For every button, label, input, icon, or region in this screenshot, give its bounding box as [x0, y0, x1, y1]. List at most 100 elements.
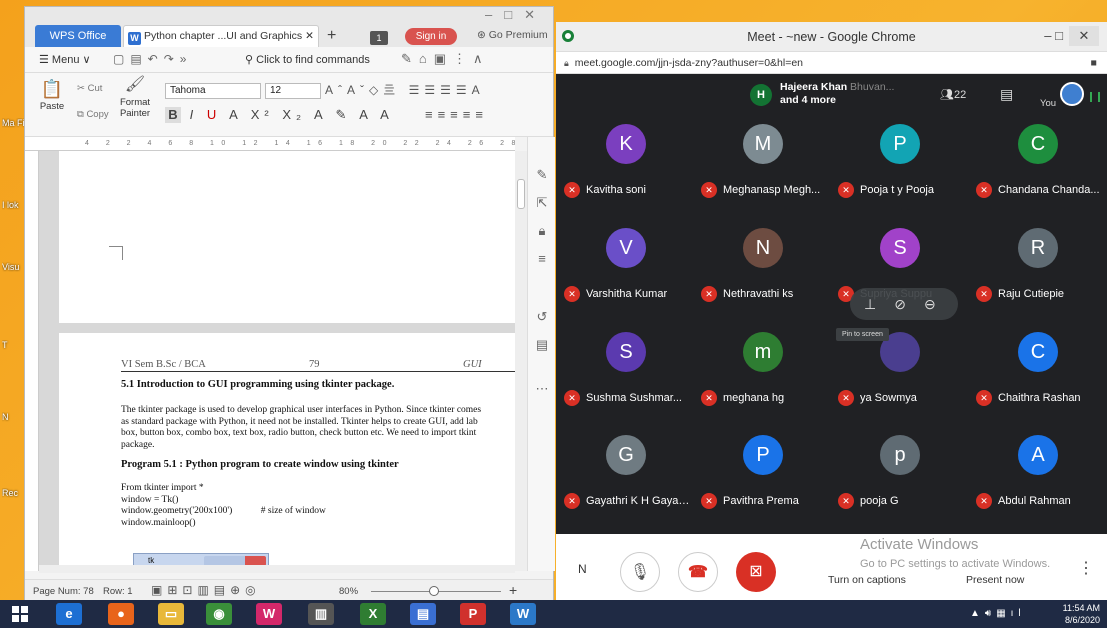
address-bar[interactable]: 🔒︎ meet.google.com/jjn-jsda-zny?authuser=… [556, 52, 1107, 74]
chat-icon[interactable]: ▤ [1000, 86, 1013, 103]
go-premium-button[interactable]: ⊛ Go Premium [477, 29, 548, 41]
participant-tile[interactable]: p ✕ pooja G [830, 427, 967, 532]
lock-icon[interactable]: 🔒︎ [534, 223, 550, 239]
captions-button[interactable]: Turn on captions [828, 574, 906, 586]
paste-button[interactable]: 📋 Paste [37, 79, 67, 112]
desktop-icon[interactable]: Rec [2, 488, 24, 498]
participant-avatar: S [880, 228, 920, 268]
participant-tile[interactable]: G ✕ Gayathri K H Gayat... [556, 427, 693, 532]
copy-button[interactable]: ⧉ Copy [77, 109, 109, 120]
end-call-button[interactable]: ☎︎ [678, 552, 718, 592]
close-tab-icon[interactable]: ✕ [302, 30, 314, 42]
camera-icon[interactable]: ■ [1091, 52, 1097, 74]
zoom-level[interactable]: 80% [339, 586, 358, 597]
participant-name: Chandana Chanda... [998, 184, 1100, 196]
participant-tile[interactable]: m ✕ meghana hg [693, 324, 830, 429]
document-icon[interactable]: ▤ [534, 337, 550, 353]
excel-icon[interactable]: X [360, 603, 386, 625]
participant-tile[interactable]: M ✕ Meghanasp Megh... [693, 116, 830, 221]
meeting-name[interactable]: N [578, 562, 587, 576]
format-painter-button[interactable]: 🖌 Format Painter [117, 77, 153, 120]
participant-tile[interactable]: N ✕ Nethravathi ks [693, 220, 830, 325]
participant-tile[interactable]: S ✕ Sushma Sushmar... [556, 324, 693, 429]
zoom-in-icon[interactable]: + [509, 582, 517, 598]
document-app-icon[interactable]: ▤ [410, 603, 436, 625]
find-commands[interactable]: ⚲ Click to find commands [245, 53, 370, 66]
chart-app-icon[interactable]: ▥ [308, 603, 334, 625]
participant-tile[interactable]: P ✕ Pavithra Prema [693, 427, 830, 532]
wps-window-controls[interactable]: –□✕ [485, 7, 547, 23]
document-tab[interactable]: W Python chapter ...UI and Graphics ✕ [123, 25, 319, 47]
bold-icon[interactable]: B [165, 107, 181, 123]
microphone-button[interactable]: 🎙︎ [620, 552, 660, 592]
participant-tile[interactable]: C ✕ Chaithra Rashan [968, 324, 1105, 429]
chrome-icon[interactable]: ◉ [206, 603, 232, 625]
start-button[interactable] [12, 606, 28, 622]
muted-mic-icon: ✕ [701, 493, 717, 509]
firefox-icon[interactable]: ● [108, 603, 134, 625]
camera-button[interactable]: ⊠ [736, 552, 776, 592]
desktop-icon[interactable]: N [2, 412, 24, 422]
pen-icon[interactable]: ✎ [534, 167, 550, 183]
more-icon[interactable]: ⋯ [534, 381, 550, 397]
self-avatar[interactable] [1060, 82, 1084, 106]
participant-tile[interactable]: K ✕ Kavitha soni [556, 116, 693, 221]
cursor-icon[interactable]: ⇱ [534, 195, 550, 211]
document-canvas[interactable]: VI Sem B.Sc / BCA 79 GUI 5.1 Introductio… [39, 151, 515, 571]
participant-name: ya Sowmya [860, 392, 917, 404]
desktop-icon[interactable]: T [2, 340, 24, 350]
font-size-select[interactable]: 12 [265, 83, 321, 99]
remove-icon[interactable]: ⊖ [924, 296, 954, 312]
participant-tile[interactable]: R ✕ Raju Cutiepie [968, 220, 1105, 325]
windows-logo-icon [21, 606, 28, 613]
horizontal-scrollbar[interactable] [39, 565, 515, 573]
participants-button[interactable]: 👥︎22 [940, 88, 966, 101]
history-icon[interactable]: ↺ [534, 309, 550, 325]
participant-tile[interactable]: A ✕ Abdul Rahman [968, 427, 1105, 532]
alignment-icons[interactable]: ≡≡≡≡≡ [425, 107, 488, 122]
font-select[interactable]: Tahoma [165, 83, 261, 99]
present-now-button[interactable]: Present now [966, 574, 1024, 586]
tab-overview-icon[interactable]: 1 [370, 31, 388, 45]
new-tab-button[interactable]: + [327, 27, 336, 45]
zoom-slider-knob[interactable] [429, 586, 439, 596]
quick-access-icons[interactable]: ▢▤↶↷» [113, 52, 192, 66]
vertical-scrollbar[interactable] [515, 151, 527, 571]
writer-icon[interactable]: W [510, 603, 536, 625]
text-format-icons[interactable]: B I U A X² X₂ A ✎ A A [165, 107, 394, 123]
clock[interactable]: 11:54 AM 8/6/2020 [1052, 602, 1100, 626]
header-chapter: GUI [463, 359, 482, 370]
menu-right-icons[interactable]: ✎⌂▣⋮∧ [401, 51, 490, 67]
view-mode-icons[interactable]: ▣⊞⊡▥▤⊕◎ [151, 583, 261, 597]
file-explorer-icon[interactable]: ▭ [158, 603, 184, 625]
participant-tile[interactable]: P ✕ Pooja t y Pooja [830, 116, 967, 221]
tile-hover-controls[interactable]: ⊥⊘⊖ [850, 288, 958, 320]
desktop-icon[interactable]: Visu [2, 262, 24, 272]
close-icon[interactable]: ✕ [1069, 26, 1099, 46]
wps-office-tab[interactable]: WPS Office [35, 25, 121, 47]
edge-icon[interactable]: e [56, 603, 82, 625]
participant-tile[interactable]: C ✕ Chandana Chanda... [968, 116, 1105, 221]
list-icon[interactable]: ≡ [534, 251, 550, 266]
scroll-thumb[interactable] [517, 179, 525, 209]
meeting-participants-summary[interactable]: Hajeera Khan Bhuvan... and 4 more [780, 81, 894, 107]
font-size-icons[interactable]: AˆAˇ◇亖 ☰☰☰☰A [325, 81, 485, 98]
participant-count: 22 [953, 89, 967, 101]
mute-icon[interactable]: ⊘ [894, 296, 924, 312]
window-controls[interactable]: – □ ✕ [1044, 26, 1099, 46]
system-tray-icons[interactable]: ▲🔊︎▦ıl [970, 608, 1026, 619]
wps-icon[interactable]: W [256, 603, 282, 625]
sign-in-button[interactable]: Sign in [405, 28, 457, 45]
pin-icon[interactable]: ⊥ [864, 296, 894, 312]
cut-button[interactable]: ✂ Cut [77, 83, 102, 94]
activate-subtitle: Go to PC settings to activate Windows. [860, 558, 1051, 570]
more-options-icon[interactable]: ⋮ [1078, 558, 1094, 578]
menu-button[interactable]: ☰ Menu ∨ [39, 53, 91, 66]
presentation-app-icon[interactable]: P [460, 603, 486, 625]
desktop-icon[interactable]: Ma Fil [2, 118, 24, 128]
desktop-icon[interactable]: I lok [2, 200, 24, 210]
header-course: VI Sem B.Sc / BCA [121, 359, 206, 370]
meet-control-bar: N 🎙︎ ☎︎ ⊠ Activate Windows Go to PC setti… [556, 534, 1107, 600]
activate-windows-watermark: Activate Windows Go to PC settings to act… [860, 536, 1050, 573]
participant-tile[interactable]: V ✕ Varshitha Kumar [556, 220, 693, 325]
